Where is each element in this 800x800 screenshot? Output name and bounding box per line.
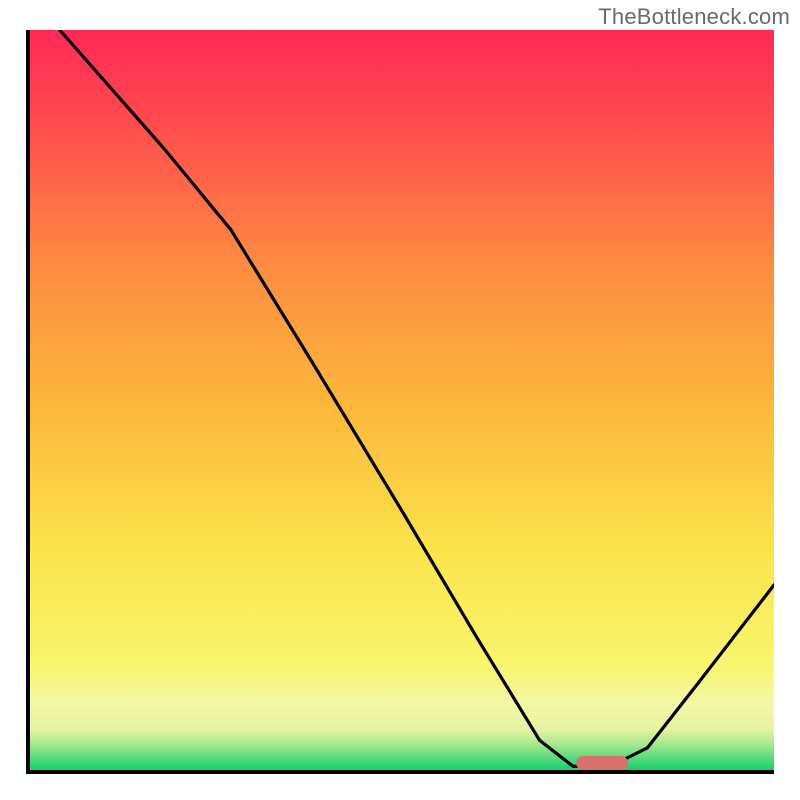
chart-svg — [30, 30, 774, 770]
chart-frame: TheBottleneck.com — [0, 0, 800, 800]
plot-area — [26, 30, 774, 774]
gradient-background — [30, 30, 774, 770]
target-marker — [576, 756, 628, 770]
watermark-label: TheBottleneck.com — [598, 4, 790, 30]
